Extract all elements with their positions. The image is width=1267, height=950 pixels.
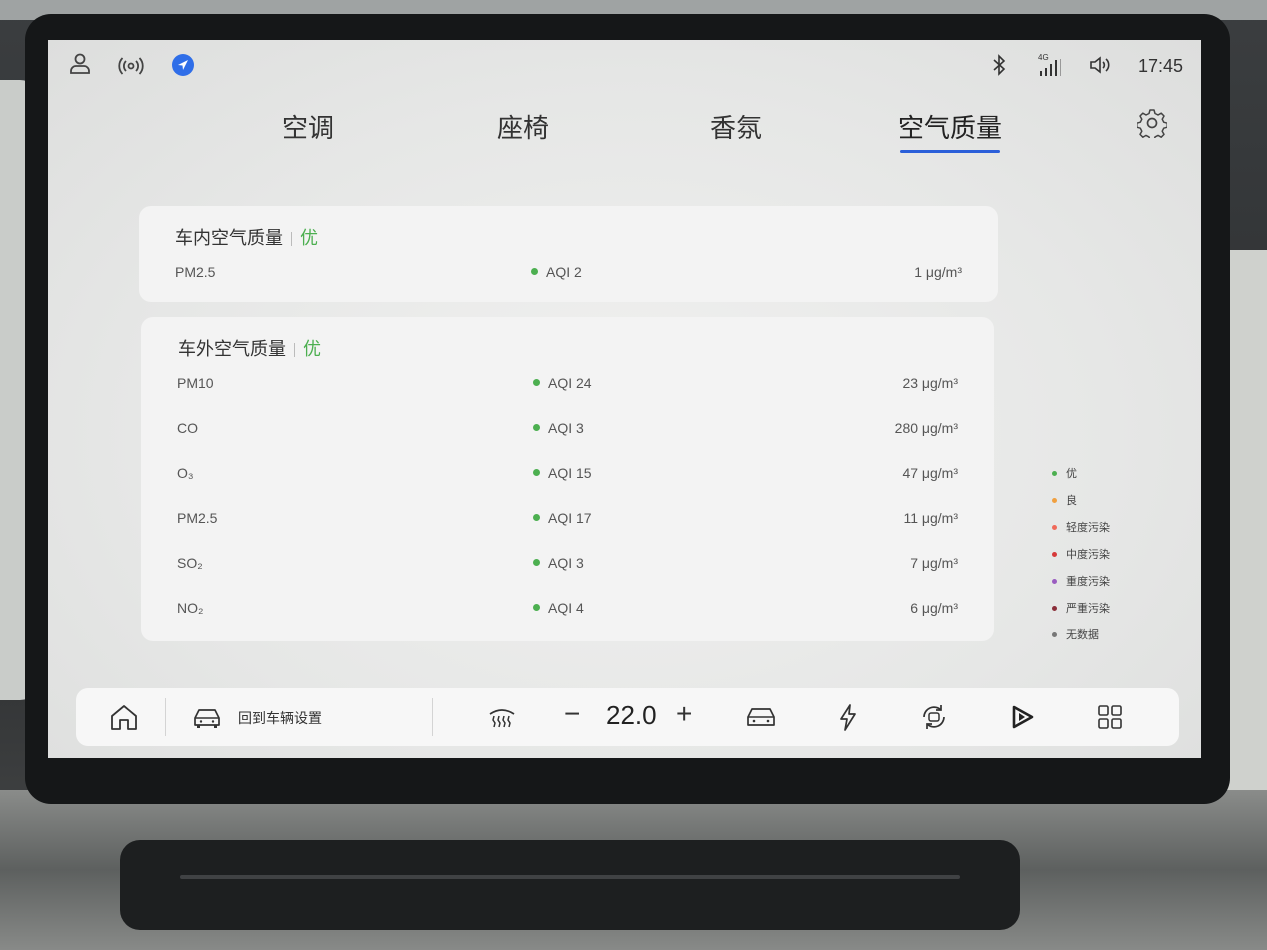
inside-card-title: 车内空气质量 [175, 228, 283, 249]
clock: 17:45 [1137, 56, 1183, 76]
outside-card-header: 车外空气质量优 [178, 335, 321, 361]
concentration-value: 11 μg/m³ [903, 510, 959, 526]
aqi-status-dot [531, 267, 538, 275]
aqi-status-dot [533, 468, 540, 476]
aqi-reading: AQI 3 [533, 555, 584, 571]
legend-item: 重度污染 [1052, 573, 1110, 589]
table-row: SO₂ AQI 3 7 μg/m³ [141, 555, 994, 577]
recirculation-icon[interactable] [918, 702, 950, 732]
car-icon [194, 709, 220, 728]
legend-dot [1052, 578, 1057, 584]
legend-dot [1052, 470, 1057, 476]
table-row: CO AQI 3 280 μg/m³ [141, 420, 994, 442]
cellular-signal-icon: 4G [1038, 53, 1064, 77]
table-row: PM2.5 AQI 17 11 μg/m³ [141, 510, 994, 532]
legend-item: 严重污染 [1052, 600, 1110, 616]
back-to-vehicle-settings-label: 回到车辆设置 [238, 711, 322, 727]
legend-item: 轻度污染 [1052, 519, 1110, 535]
pollutant-name: PM2.5 [177, 510, 218, 526]
legend-dot [1052, 631, 1057, 637]
legend-item: 优 [1052, 465, 1077, 481]
pollutant-name: NO₂ [177, 600, 204, 616]
concentration-value: 23 μg/m³ [902, 375, 958, 391]
charge-icon[interactable] [832, 702, 864, 732]
aqi-reading: AQI 24 [533, 375, 592, 391]
media-play-icon[interactable] [1006, 702, 1038, 732]
pollutant-name: SO₂ [177, 555, 203, 571]
apps-grid-icon[interactable] [1094, 702, 1126, 732]
table-row: NO₂ AQI 4 6 μg/m³ [141, 600, 994, 622]
legend-dot [1052, 497, 1057, 503]
dock-divider [165, 698, 166, 736]
home-icon[interactable] [108, 702, 140, 732]
legend-dot [1052, 605, 1057, 611]
pollutant-name: PM2.5 [175, 264, 216, 280]
user-icon[interactable] [68, 52, 92, 76]
legend-dot [1052, 551, 1057, 557]
navigation-icon[interactable] [172, 54, 194, 76]
temperature-decrease-button[interactable]: − [564, 698, 580, 730]
table-row: PM2.5 AQI 2 1 μg/m³ [139, 264, 998, 286]
tab-seats[interactable]: 座椅 [453, 108, 593, 145]
aqi-reading: AQI 4 [533, 600, 584, 616]
aqi-reading: AQI 3 [533, 420, 584, 436]
volume-icon[interactable] [1088, 54, 1112, 76]
aqi-status-dot [533, 513, 540, 521]
aqi-status-dot [533, 603, 540, 611]
tab-air-quality[interactable]: 空气质量 [880, 108, 1020, 145]
hotspot-icon[interactable] [118, 54, 144, 76]
inside-card-header: 车内空气质量优 [175, 224, 318, 250]
inside-grade: 优 [300, 228, 318, 249]
inside-air-quality-card: 车内空气质量优 PM2.5 AQI 2 1 μg/m³ [139, 206, 998, 302]
bluetooth-icon [993, 54, 1006, 76]
concentration-value: 7 μg/m³ [910, 555, 958, 571]
aqi-status-dot [533, 558, 540, 566]
dashboard-slot [120, 840, 1020, 930]
title-separator [291, 232, 292, 246]
car-front-icon[interactable] [745, 702, 777, 732]
concentration-value: 1 μg/m³ [914, 264, 962, 280]
concentration-value: 280 μg/m³ [894, 420, 958, 436]
outside-grade: 优 [303, 339, 321, 360]
dock-divider [432, 698, 433, 736]
aqi-status-dot [533, 378, 540, 386]
active-tab-indicator [900, 150, 1000, 153]
pollutant-name: CO [177, 420, 198, 436]
legend-item: 无数据 [1052, 626, 1099, 642]
title-separator [294, 343, 295, 357]
pollutant-name: PM10 [177, 375, 214, 391]
pollutant-name: O₃ [177, 465, 194, 481]
temperature-value: 22.0 [606, 700, 657, 730]
legend-item: 中度污染 [1052, 546, 1110, 562]
outside-air-quality-card: 车外空气质量优 PM10 AQI 24 23 μg/m³ CO AQI 3 28… [141, 317, 994, 641]
dashboard-slot-line [180, 875, 960, 879]
aqi-reading: AQI 17 [533, 510, 592, 526]
concentration-value: 47 μg/m³ [902, 465, 958, 481]
tab-air-conditioning[interactable]: 空调 [238, 108, 378, 145]
aqi-status-dot [533, 423, 540, 431]
tab-fragrance[interactable]: 香氛 [666, 108, 806, 145]
bottom-dock: 回到车辆设置 − 22.0 + [76, 688, 1179, 746]
outside-card-title: 车外空气质量 [178, 339, 286, 360]
concentration-value: 6 μg/m³ [910, 600, 958, 616]
back-to-vehicle-settings-button[interactable]: 回到车辆设置 [188, 698, 448, 736]
aqi-reading: AQI 15 [533, 465, 592, 481]
legend-item: 良 [1052, 492, 1077, 508]
aqi-reading: AQI 2 [531, 264, 582, 280]
defrost-icon[interactable] [486, 702, 518, 732]
screen: 4G 17:45 空调 座椅 香氛 空气质量 车内空气质量优 PM2.5 AQI… [48, 40, 1201, 758]
table-row: O₃ AQI 15 47 μg/m³ [141, 465, 994, 487]
temperature-increase-button[interactable]: + [676, 698, 692, 730]
table-row: PM10 AQI 24 23 μg/m³ [141, 375, 994, 397]
gear-icon[interactable] [1137, 108, 1167, 138]
legend-dot [1052, 524, 1057, 530]
